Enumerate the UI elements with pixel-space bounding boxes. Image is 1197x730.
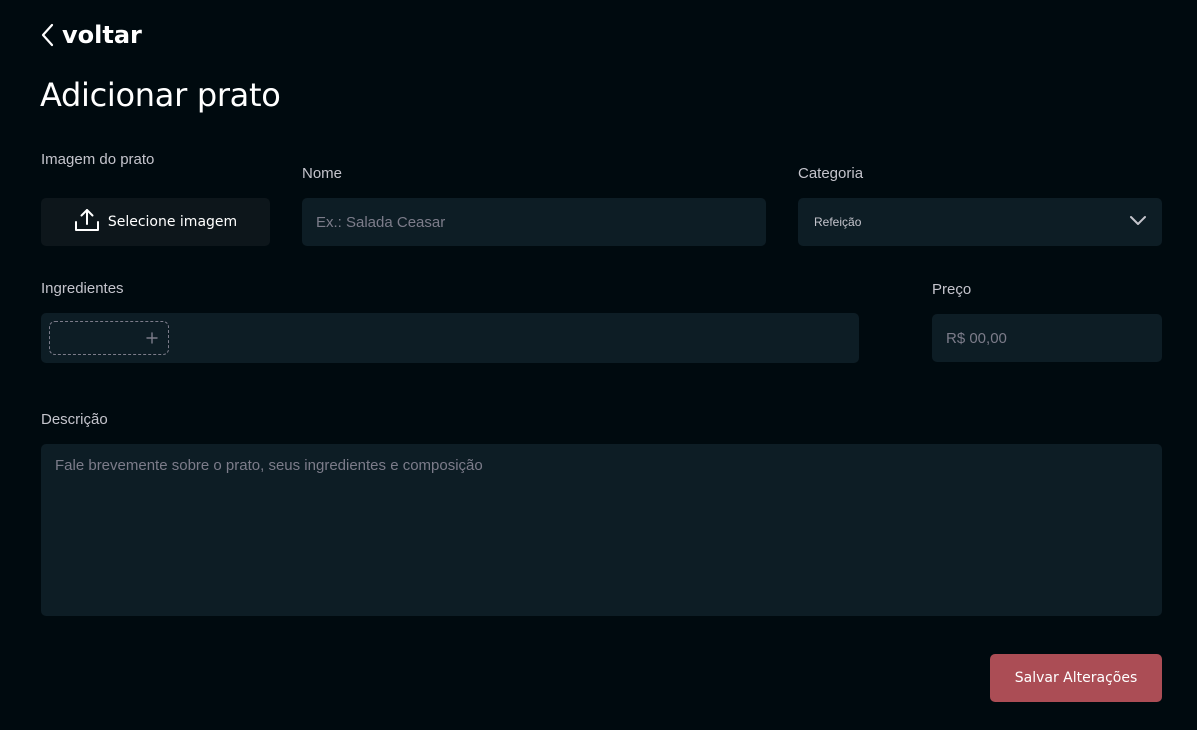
save-button[interactable]: Salvar Alterações [990, 654, 1162, 702]
image-label: Imagem do prato [41, 151, 155, 168]
price-input[interactable] [932, 314, 1162, 362]
chevron-down-icon [1128, 213, 1148, 232]
price-label: Preço [932, 281, 972, 298]
name-input[interactable] [302, 198, 766, 246]
plus-icon[interactable] [146, 328, 158, 349]
description-textarea[interactable] [41, 444, 1162, 616]
description-label: Descrição [41, 411, 108, 428]
upload-icon [74, 207, 100, 237]
add-dish-page: voltar Adicionar prato Imagem do prato S… [0, 0, 1197, 730]
new-ingredient-tag[interactable] [49, 321, 169, 355]
select-image-label: Selecione imagem [107, 214, 238, 230]
category-select[interactable]: Refeição [798, 198, 1162, 246]
back-label: voltar [62, 21, 142, 49]
select-image-button[interactable]: Selecione imagem [41, 198, 270, 246]
name-label: Nome [302, 165, 343, 182]
category-label: Categoria [798, 165, 864, 182]
page-title: Adicionar prato [40, 76, 281, 114]
back-link[interactable]: voltar [38, 20, 142, 50]
category-selected-value: Refeição [814, 215, 862, 229]
chevron-left-icon [38, 22, 56, 48]
ingredients-label: Ingredientes [41, 280, 124, 297]
ingredients-field [41, 313, 859, 363]
